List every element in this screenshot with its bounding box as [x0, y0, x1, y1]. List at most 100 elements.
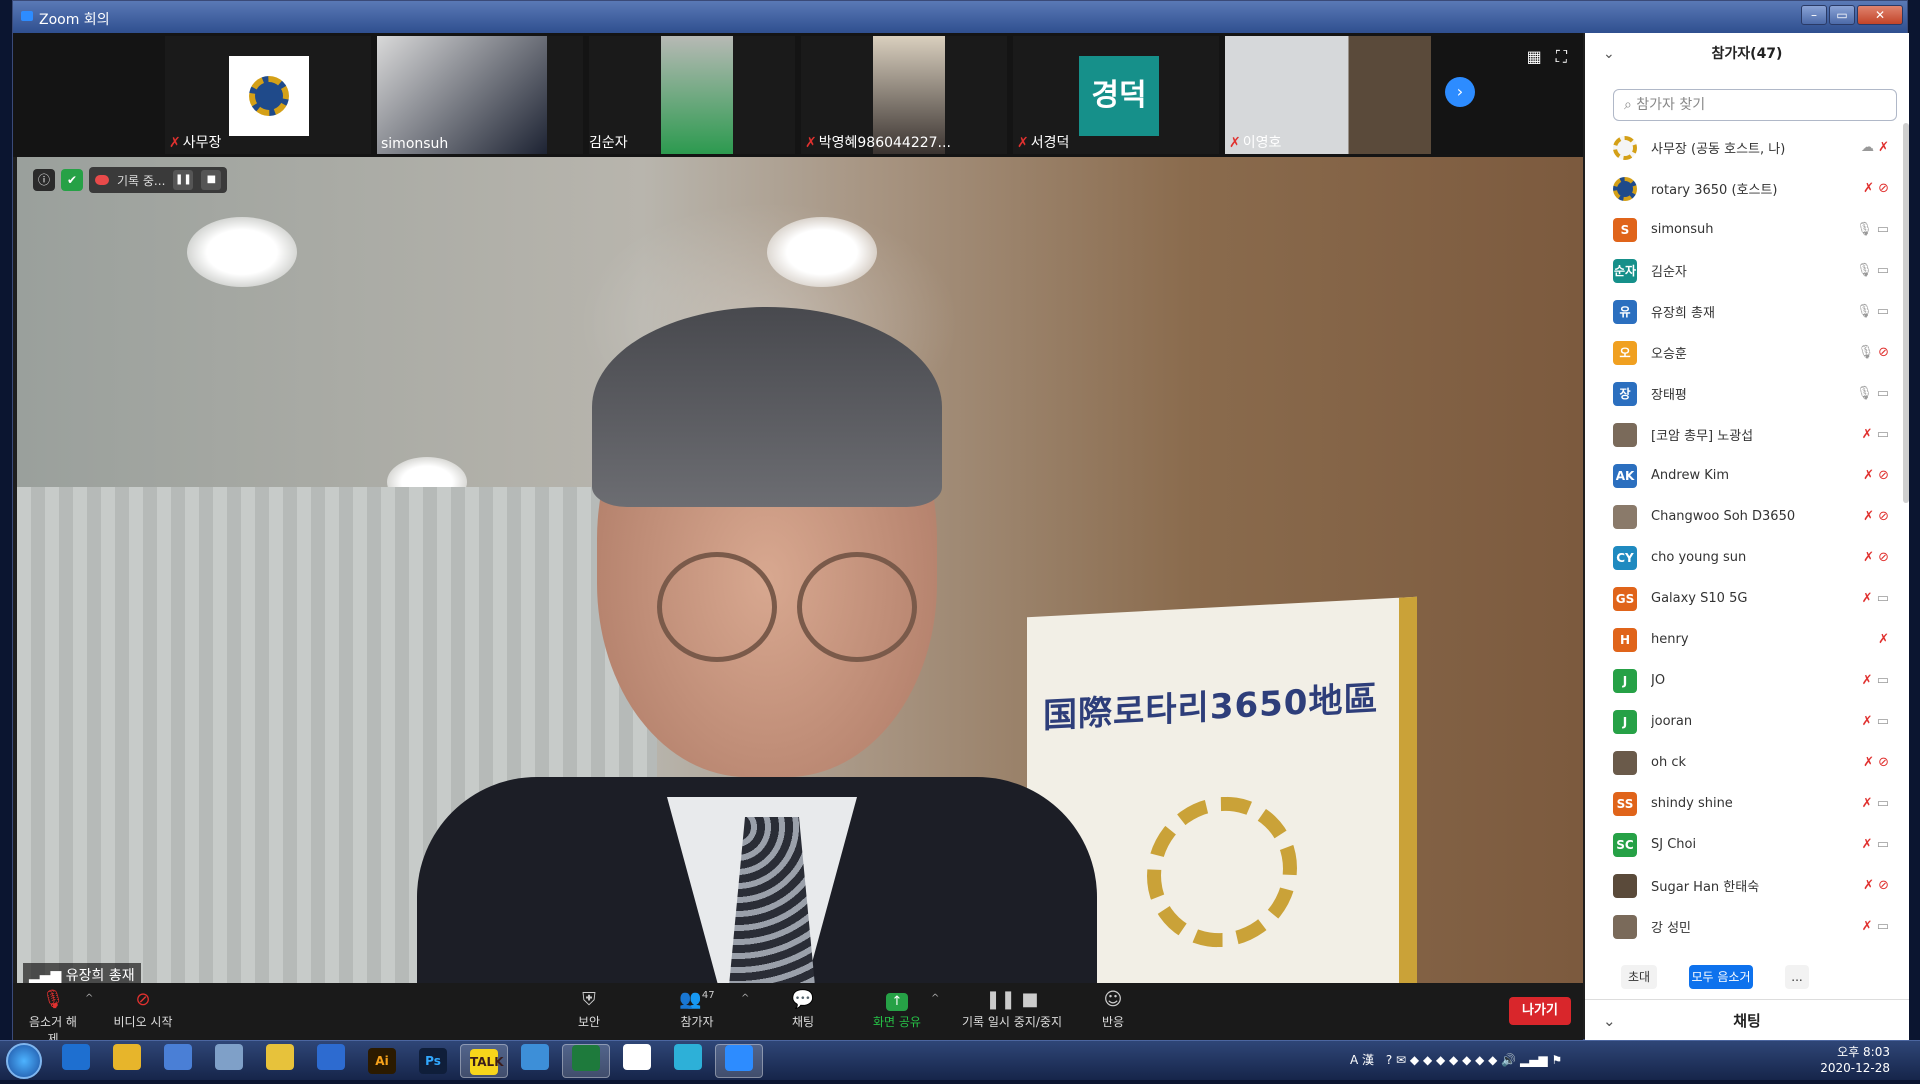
- invite-button[interactable]: 초대: [1621, 965, 1657, 989]
- mute-all-button[interactable]: 모두 음소거: [1689, 965, 1753, 989]
- participant-row[interactable]: [코암 총무] 노광섭 ✗ ▭: [1585, 414, 1903, 455]
- participant-row[interactable]: CY cho young sun ✗ ⊘: [1585, 537, 1903, 578]
- zoom-app-icon: [21, 11, 33, 21]
- participant-search-input[interactable]: ⌕ 참가자 찾기: [1613, 89, 1897, 121]
- clock-date: 2020-12-28: [1820, 1061, 1890, 1075]
- participant-row[interactable]: 오 오승훈 🎙 ⊘: [1585, 332, 1903, 373]
- participant-row[interactable]: Ssimonsuh 🎙 ▭: [1585, 209, 1903, 250]
- minimize-button[interactable]: –: [1801, 5, 1827, 25]
- mic-muted-icon: ✗: [1863, 878, 1879, 893]
- participants-options-caret[interactable]: ^: [741, 993, 749, 1004]
- participant-row[interactable]: Sugar Han 한태숙 ✗ ⊘: [1585, 865, 1903, 906]
- participants-button[interactable]: 👥47 참가자: [667, 989, 727, 1030]
- participant-row[interactable]: SS shindy shine ✗ ▭: [1585, 783, 1903, 824]
- participant-row[interactable]: SC SJ Choi ✗ ▭: [1585, 824, 1903, 865]
- reactions-button[interactable]: ☺ 반응: [1093, 989, 1133, 1030]
- chat-section-header[interactable]: ⌄ 채팅: [1585, 999, 1909, 1041]
- participant-name: SJ Choi: [1651, 837, 1697, 852]
- video-tile[interactable]: 경덕 ✗ 서경덕: [1013, 36, 1219, 154]
- ime-indicator[interactable]: A 漢: [1350, 1053, 1374, 1067]
- collapse-chevron-icon[interactable]: ⌄: [1603, 33, 1615, 75]
- participant-row[interactable]: Changwoo Soh D3650 ✗ ⊘: [1585, 496, 1903, 537]
- info-icon[interactable]: ⓘ: [33, 169, 55, 191]
- clock[interactable]: 오후 8:03 2020-12-28: [1820, 1044, 1890, 1076]
- taskbar-app[interactable]: [715, 1044, 763, 1078]
- taskbar-app[interactable]: [256, 1044, 304, 1078]
- participant-name: 김순자: [1651, 265, 1687, 280]
- video-tile[interactable]: ✗ 사무장: [165, 36, 371, 154]
- active-speaker-video[interactable]: 国際로타리3650地區 ▂▄▆ 유장희 총재: [17, 157, 1583, 983]
- participant-row[interactable]: 장 장태평 🎙 ▭: [1585, 373, 1903, 414]
- collapse-chevron-icon[interactable]: ⌄: [1603, 1000, 1616, 1042]
- taskbar-app[interactable]: [154, 1044, 202, 1078]
- participant-row[interactable]: Hhenry ✗: [1585, 619, 1903, 660]
- start-button[interactable]: [6, 1043, 42, 1079]
- chat-button[interactable]: 💬 채팅: [783, 989, 823, 1030]
- taskbar-app[interactable]: [562, 1044, 610, 1078]
- participant-row[interactable]: J JO ✗ ▭: [1585, 660, 1903, 701]
- leave-button[interactable]: 나가기: [1509, 997, 1571, 1025]
- pause-recording-button[interactable]: ❚❚: [173, 170, 194, 190]
- fullscreen-icon[interactable]: ⛶: [1556, 47, 1567, 66]
- participant-status: 🎙 ▭: [1843, 386, 1903, 401]
- system-tray: A 漢 ? ✉ ◆ ◆ ◆ ◆ ◆ ◆ ◆ 🔊 ▂▄▆ ⚑: [1350, 1051, 1562, 1068]
- participant-status: 🎙 ⊘: [1843, 345, 1903, 360]
- video-tile[interactable]: ✗ 이영호: [1225, 36, 1431, 154]
- shield-icon[interactable]: ✔: [61, 169, 83, 191]
- participant-row[interactable]: 강 성민 ✗ ▭: [1585, 906, 1903, 947]
- recording-indicator: 기록 중... ❚❚ ■: [89, 167, 228, 193]
- unmute-button[interactable]: 🎙 음소거 해제: [25, 989, 81, 1047]
- tray-icons[interactable]: ? ✉ ◆ ◆ ◆ ◆ ◆ ◆ ◆ 🔊 ▂▄▆ ⚑: [1386, 1053, 1562, 1067]
- mic-muted-icon: ✗: [1017, 135, 1029, 151]
- taskbar-app[interactable]: Ps: [409, 1044, 457, 1078]
- audio-options-caret[interactable]: ^: [85, 993, 93, 1004]
- maximize-button[interactable]: ▭: [1829, 5, 1855, 25]
- participant-row[interactable]: 사무장 (공동 호스트, 나) ☁ ✗: [1585, 127, 1903, 168]
- participant-row[interactable]: oh ck ✗ ⊘: [1585, 742, 1903, 783]
- taskbar-app[interactable]: [205, 1044, 253, 1078]
- participant-row[interactable]: AK Andrew Kim ✗ ⊘: [1585, 455, 1903, 496]
- participant-row[interactable]: rotary 3650 (호스트) ✗ ⊘: [1585, 168, 1903, 209]
- scrollbar[interactable]: [1903, 123, 1909, 503]
- cloud-record-icon: [95, 175, 109, 185]
- video-tile[interactable]: simonsuh: [377, 36, 583, 154]
- more-button[interactable]: ...: [1785, 965, 1809, 989]
- tile-name: 사무장: [182, 135, 222, 151]
- participant-row[interactable]: 유 유장희 총재 🎙 ▭: [1585, 291, 1903, 332]
- chat-icon: 💬: [791, 989, 815, 1010]
- video-tile[interactable]: ✗ 박영혜986044227...: [801, 36, 1007, 154]
- close-button[interactable]: ✕: [1857, 5, 1903, 25]
- taskbar-app[interactable]: TALK: [460, 1044, 508, 1078]
- app-icon: [215, 1044, 243, 1070]
- participant-list: 사무장 (공동 호스트, 나) ☁ ✗ rotary 3650 (호스트) ✗ ⊘ S…: [1585, 127, 1903, 967]
- taskbar-app[interactable]: Ai: [358, 1044, 406, 1078]
- participant-row[interactable]: Jjooran ✗ ▭: [1585, 701, 1903, 742]
- share-options-caret[interactable]: ^: [931, 993, 939, 1004]
- windows-taskbar: Ai Ps TALK A 漢 ? ✉ ◆ ◆ ◆ ◆ ◆ ◆ ◆ 🔊 ▂▄▆ ⚑ 오…: [0, 1040, 1920, 1080]
- next-page-button[interactable]: ›: [1445, 77, 1475, 107]
- mic-muted-icon: ✗: [1861, 714, 1877, 729]
- video-tile[interactable]: 김순자: [589, 36, 795, 154]
- participant-row[interactable]: 순자 김순자 🎙 ▭: [1585, 250, 1903, 291]
- mic-muted-icon: ✗: [1229, 135, 1241, 151]
- app-icon: [521, 1044, 549, 1070]
- grid-view-icon[interactable]: ▦: [1527, 47, 1542, 66]
- share-screen-button[interactable]: ↑ 화면 공유: [867, 989, 927, 1030]
- taskbar-app[interactable]: [613, 1044, 661, 1078]
- rotary-avatar: [1613, 135, 1637, 160]
- participant-row[interactable]: GS Galaxy S10 5G ✗ ▭: [1585, 578, 1903, 619]
- recording-label: 기록 중...: [117, 173, 166, 188]
- taskbar-app[interactable]: [103, 1044, 151, 1078]
- security-button[interactable]: ⛨ 보안: [569, 989, 609, 1030]
- taskbar-app[interactable]: [52, 1044, 100, 1078]
- mic-muted-icon: ✗: [1861, 427, 1877, 442]
- speaker-name-label: ▂▄▆ 유장희 총재: [23, 963, 141, 983]
- record-control-button[interactable]: ❚❚ ■ 기록 일시 중지/중지: [957, 989, 1067, 1030]
- taskbar-app[interactable]: [664, 1044, 712, 1078]
- video-icon: ▭: [1876, 263, 1889, 278]
- participant-name: Sugar Han 한태숙: [1651, 880, 1760, 895]
- taskbar-app[interactable]: [511, 1044, 559, 1078]
- taskbar-app[interactable]: [307, 1044, 355, 1078]
- stop-recording-button[interactable]: ■: [201, 170, 222, 190]
- start-video-button[interactable]: ⊘ 비디오 시작: [113, 989, 173, 1030]
